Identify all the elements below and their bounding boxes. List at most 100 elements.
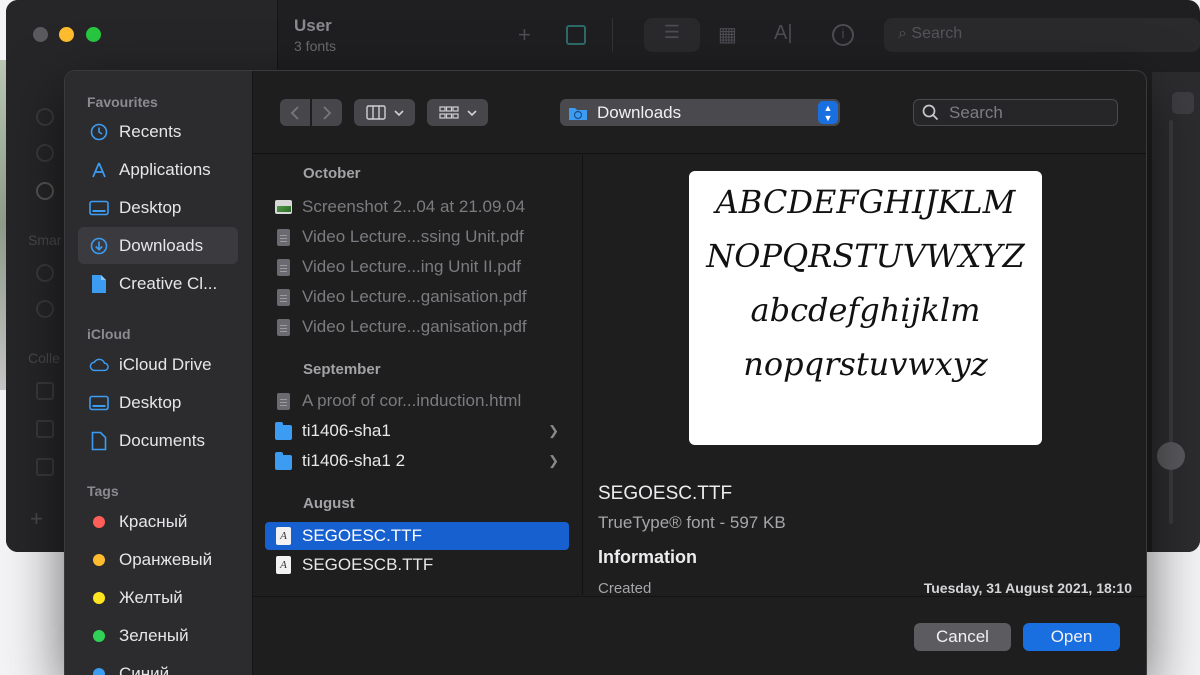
preview-line: nopqrstuvwxyz: [743, 345, 988, 383]
tag-label: Оранжевый: [119, 549, 213, 569]
tag-dot-icon: [93, 515, 105, 528]
forward-button[interactable]: [312, 99, 342, 126]
font-file-icon: A: [275, 556, 292, 575]
window-title: User: [294, 16, 332, 35]
size-slider-knob[interactable]: [1157, 442, 1185, 470]
preview-file-name: SEGOESC.TTF: [598, 483, 733, 504]
cloud-icon: [89, 355, 109, 375]
file-row-selected[interactable]: A SEGOESC.TTF: [265, 522, 569, 550]
folder-row[interactable]: ti1406-sha1 2 ❯: [265, 447, 569, 475]
sidebar-item-documents[interactable]: Documents: [78, 422, 238, 459]
file-name: A proof of cor...induction.html: [302, 391, 522, 410]
sidebar-item-icloud-drive[interactable]: iCloud Drive: [78, 346, 238, 383]
information-heading: Information: [598, 547, 697, 567]
sidebar-item-applications[interactable]: Applications: [78, 151, 238, 188]
tag-blue[interactable]: Синий: [78, 655, 238, 675]
created-label: Created: [598, 580, 652, 597]
tag-label: Синий: [119, 663, 170, 675]
folder-name: ti1406-sha1: [302, 421, 391, 440]
add-icon[interactable]: +: [518, 22, 531, 48]
file-name: Video Lecture...ganisation.pdf: [302, 287, 527, 306]
file-row[interactable]: Video Lecture...ganisation.pdf: [265, 313, 569, 341]
sidebar-icon: [36, 264, 54, 282]
info-icon[interactable]: i: [832, 24, 854, 46]
location-popup[interactable]: Downloads ▲ ▼: [560, 99, 840, 126]
downloads-icon: [89, 236, 109, 256]
file-row[interactable]: Video Lecture...ganisation.pdf: [265, 283, 569, 311]
group-header-october: October: [303, 165, 361, 182]
sidebar-icon: [36, 420, 54, 438]
document-file-icon: [275, 258, 292, 277]
file-row[interactable]: Video Lecture...ing Unit II.pdf: [265, 253, 569, 281]
file-row[interactable]: A SEGOESCB.TTF: [265, 551, 569, 579]
file-name: Screenshot 2...04 at 21.09.04: [302, 197, 526, 216]
sidebar-item-recents[interactable]: Recents: [78, 113, 238, 150]
open-button[interactable]: Open: [1023, 623, 1120, 651]
add-icon[interactable]: +: [30, 506, 43, 532]
view-mode-button[interactable]: [354, 99, 415, 126]
sidebar-item-label: Desktop: [119, 197, 182, 217]
desktop-icon: [89, 393, 109, 413]
file-icon: [89, 274, 109, 294]
dialog-footer: Cancel Open: [253, 596, 1146, 675]
desktop-icon: [89, 198, 109, 218]
created-value: Tuesday, 31 August 2021, 18:10: [923, 580, 1132, 596]
sidebar-item-downloads[interactable]: Downloads: [78, 227, 238, 264]
clock-icon: [89, 122, 109, 142]
minimize-icon[interactable]: [59, 27, 74, 42]
columns-view-icon: [365, 105, 386, 120]
tag-orange[interactable]: Оранжевый: [78, 541, 238, 578]
chevron-right-icon: ❯: [548, 423, 559, 438]
preview-line: NOPQRSTUVWXYZ: [706, 237, 1025, 275]
cancel-button[interactable]: Cancel: [914, 623, 1011, 651]
applications-icon: [89, 160, 109, 180]
sidebar-item-label: Applications: [119, 159, 211, 179]
tag-green[interactable]: Зеленый: [78, 617, 238, 654]
background-search-field[interactable]: ⌕ Search: [884, 18, 1200, 52]
tag-red[interactable]: Красный: [78, 503, 238, 540]
list-view-icon[interactable]: ☰: [644, 18, 700, 52]
search-field[interactable]: Search: [913, 99, 1118, 126]
sidebar-item-label: Recents: [119, 121, 182, 141]
preview-pane: ABCDEFGHIJKLM NOPQRSTUVWXYZ abcdefghijkl…: [584, 155, 1146, 597]
chevron-down-icon: [466, 109, 477, 116]
sidebar-item-icloud-desktop[interactable]: Desktop: [78, 384, 238, 421]
group-header-august: August: [303, 495, 355, 512]
file-list: October Screenshot 2...04 at 21.09.04 Vi…: [253, 155, 583, 595]
document-icon: [89, 431, 109, 451]
file-row[interactable]: A proof of cor...induction.html: [265, 387, 569, 415]
file-row[interactable]: Video Lecture...ssing Unit.pdf: [265, 223, 569, 251]
file-row[interactable]: Screenshot 2...04 at 21.09.04: [265, 193, 569, 221]
back-button[interactable]: [280, 99, 310, 126]
background-detail-pane: [1152, 72, 1200, 552]
zoom-icon[interactable]: [86, 27, 101, 42]
location-label: Downloads: [597, 102, 682, 122]
validate-icon[interactable]: [566, 25, 586, 45]
sidebar-item-creative-cloud[interactable]: Creative Cl...: [78, 265, 238, 302]
close-icon[interactable]: [33, 27, 48, 42]
group-header-september: September: [303, 361, 381, 378]
file-name: Video Lecture...ing Unit II.pdf: [302, 257, 521, 276]
search-placeholder: Search: [911, 25, 963, 42]
tag-yellow[interactable]: Желтый: [78, 579, 238, 616]
preview-line: ABCDEFGHIJKLM: [715, 183, 1016, 221]
window-subtitle: 3 fonts: [294, 38, 337, 54]
group-by-button[interactable]: [427, 99, 488, 126]
preview-line: abcdefghijklm: [750, 291, 981, 329]
chevron-right-icon: ❯: [548, 453, 559, 468]
pane-toggle[interactable]: [1172, 92, 1194, 114]
text-size-icon[interactable]: A|: [774, 22, 793, 45]
sidebar-icon: [36, 108, 54, 126]
file-name: SEGOESCB.TTF: [302, 555, 434, 574]
sidebar-item-label: Downloads: [119, 235, 204, 255]
downloads-folder-icon: [569, 107, 587, 120]
folder-row[interactable]: ti1406-sha1 ❯: [265, 417, 569, 445]
sidebar-item-label: Documents: [119, 430, 205, 450]
chevron-right-icon: [323, 105, 332, 120]
grid-view-icon[interactable]: ▦: [718, 22, 737, 47]
section-label: Smar: [28, 232, 62, 248]
sidebar-item-label: Desktop: [119, 392, 182, 412]
sidebar-item-desktop[interactable]: Desktop: [78, 189, 238, 226]
preview-file-kind: TrueType® font - 597 KB: [598, 513, 786, 532]
dialog-sidebar: Favourites Recents Applications Desktop …: [65, 71, 253, 675]
